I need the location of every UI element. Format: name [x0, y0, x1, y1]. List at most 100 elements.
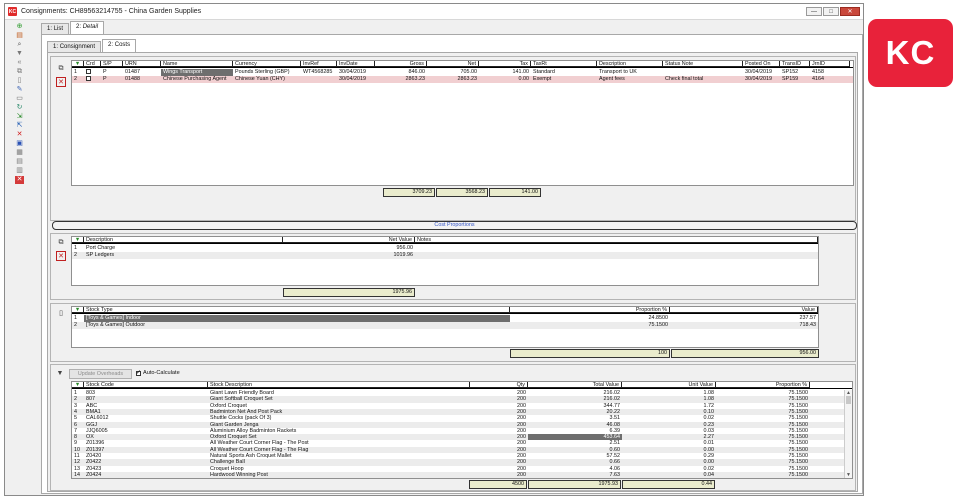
scroll-thumb[interactable]	[846, 396, 851, 404]
filter-icon[interactable]: ▼	[72, 61, 84, 67]
import-icon[interactable]: ⇲	[15, 113, 24, 121]
col-crd[interactable]: Crd	[84, 61, 101, 67]
filter-icon[interactable]: ▼	[15, 50, 24, 58]
tab-consignment[interactable]: 1: Consignment	[47, 41, 102, 52]
document-icon[interactable]: ▯	[15, 77, 24, 85]
maximize-button[interactable]: □	[823, 7, 839, 16]
col-description[interactable]: Description	[597, 61, 663, 67]
close-button[interactable]: ✕	[840, 7, 860, 16]
col-notes[interactable]: Notes	[415, 237, 818, 243]
row-number: 14	[74, 471, 80, 478]
delete-proportion-icon[interactable]: ✕	[56, 251, 66, 261]
vertical-scrollbar[interactable]: ▲ ▼	[844, 390, 852, 478]
cell: 4158	[812, 69, 824, 75]
filter-icon[interactable]: ▼	[72, 307, 84, 313]
delete-icon[interactable]: ✕	[15, 131, 24, 139]
col-net-value[interactable]: Net Value	[283, 237, 415, 243]
attach-icon[interactable]: ▥	[15, 167, 24, 175]
row-number: 1	[74, 69, 77, 75]
list-icon[interactable]: ▦	[15, 149, 24, 157]
collapse-icon[interactable]: ▼	[55, 368, 65, 378]
col-gross[interactable]: Gross	[375, 61, 427, 67]
col-taxrt[interactable]: TaxRt	[531, 61, 597, 67]
scroll-down-icon[interactable]: ▼	[845, 472, 852, 478]
auto-calculate-label: Auto-Calculate	[143, 370, 180, 376]
col-name[interactable]: Name	[161, 61, 233, 67]
col-value[interactable]: Value	[670, 307, 818, 313]
col-stock-description[interactable]: Stock Description	[208, 382, 470, 388]
search-icon[interactable]: ⌕	[15, 41, 24, 49]
col-total-value[interactable]: Total Value	[528, 382, 622, 388]
tab-costs[interactable]: 2: Costs	[102, 39, 137, 52]
cost-proportions-divider[interactable]: Cost Proportions	[52, 221, 857, 230]
col-currency[interactable]: Currency	[233, 61, 301, 67]
cell: Hardwood Winning Post	[210, 471, 268, 478]
add-icon[interactable]: ⊕	[15, 23, 24, 31]
total-net-value: 1975.96	[283, 288, 415, 297]
new-document-icon[interactable]: ▯	[56, 308, 66, 318]
crd-checkbox[interactable]	[84, 69, 101, 76]
col-invref[interactable]: InvRef	[301, 61, 337, 67]
total-qty: 4500	[469, 480, 527, 489]
col-transid[interactable]: TransID	[780, 61, 810, 67]
col-description[interactable]: Description	[84, 237, 283, 243]
minimize-button[interactable]: —	[806, 7, 822, 16]
proportions-header: ▼ Description Net Value Notes	[72, 237, 818, 244]
refresh-icon[interactable]: ↻	[15, 104, 24, 112]
col-stock-type[interactable]: Stock Type	[84, 307, 510, 313]
col-jrnid[interactable]: JrnID	[810, 61, 850, 67]
exit-icon[interactable]: ✕	[15, 176, 24, 184]
stock-types-section: ▯ ▼ Stock Type Proportion % Value 1 [Toy…	[50, 303, 856, 362]
auto-calculate-checkbox[interactable]: ✓	[136, 370, 141, 376]
filter-icon[interactable]: ▼	[72, 237, 84, 243]
copy-icon[interactable]: ⧉	[15, 68, 24, 76]
cell: 30/04/2019	[339, 76, 366, 82]
tab-num: 1:	[53, 44, 59, 50]
notes-icon[interactable]: ▤	[15, 158, 24, 166]
copy-proportion-icon[interactable]: ⧉	[56, 238, 66, 248]
table-row[interactable]: 2 SP Ledgers 1019.96	[72, 252, 818, 259]
col-invdate[interactable]: InvDate	[337, 61, 375, 67]
row-number: 2	[74, 76, 77, 82]
update-overheads-button[interactable]: Update Overheads	[69, 369, 132, 379]
tab-list[interactable]: 1: List	[41, 23, 70, 34]
cell-selected[interactable]: [Toys & Games] Indoor	[84, 315, 510, 322]
save-icon[interactable]: ▣	[15, 140, 24, 148]
print-icon[interactable]: ▭	[15, 95, 24, 103]
cell: 846.00	[408, 69, 426, 75]
col-stock-code[interactable]: Stock Code	[84, 382, 208, 388]
col-net[interactable]: Net	[427, 61, 479, 67]
back-icon[interactable]: «	[15, 59, 24, 67]
table-row[interactable]: 2 [Toys & Games] Outdoor 75.1500 718.43	[72, 322, 818, 329]
table-row[interactable]: 2 P 01488 Chinese Purchasing Agent Chine…	[72, 76, 853, 83]
col-proportion[interactable]: Proportion %	[716, 382, 810, 388]
logo-text: KC	[885, 34, 936, 71]
cell-selected[interactable]: Wings Transport	[161, 69, 233, 76]
cell: 01487	[125, 69, 140, 75]
export-icon[interactable]: ⇱	[15, 122, 24, 130]
filter-icon[interactable]: ▼	[72, 382, 84, 388]
col-urn[interactable]: URN	[123, 61, 161, 67]
tab-label: List	[53, 26, 64, 32]
tab-detail[interactable]: 2: Detail	[70, 21, 105, 34]
costs-panel: ⧉ ✕ ▼ Crd S/P URN Name Currency InvRef I…	[47, 52, 858, 492]
col-tax[interactable]: Tax	[479, 61, 531, 67]
copy-row-icon[interactable]: ⧉	[56, 64, 66, 74]
cell: 237.57	[799, 315, 817, 321]
col-posted-on[interactable]: Posted On	[743, 61, 780, 67]
col-sp[interactable]: S/P	[101, 61, 123, 67]
edit-icon[interactable]: ✎	[15, 86, 24, 94]
auto-calculate-option: ✓ Auto-Calculate	[136, 370, 180, 376]
table-row[interactable]: 14 Z0424 Hardwood Winning Post 200 7.63 0.04 7…	[72, 471, 852, 478]
col-qty[interactable]: Qty	[470, 382, 528, 388]
crd-checkbox[interactable]	[84, 76, 101, 83]
table-row[interactable]: 1 [Toys & Games] Indoor 24.8500 237.57	[72, 315, 818, 322]
col-status-note[interactable]: Status Note	[663, 61, 743, 67]
col-proportion[interactable]: Proportion %	[510, 307, 670, 313]
tab-label: Consignment	[59, 44, 96, 50]
col-unit-value[interactable]: Unit Value	[622, 382, 716, 388]
delete-row-icon[interactable]: ✕	[56, 77, 66, 87]
layers-icon[interactable]: ▤	[15, 32, 24, 40]
table-row[interactable]: 1 Port Charge 956.00	[72, 245, 818, 252]
table-row[interactable]: 1 P 01487 Wings Transport Pounds Sterlin…	[72, 69, 853, 76]
